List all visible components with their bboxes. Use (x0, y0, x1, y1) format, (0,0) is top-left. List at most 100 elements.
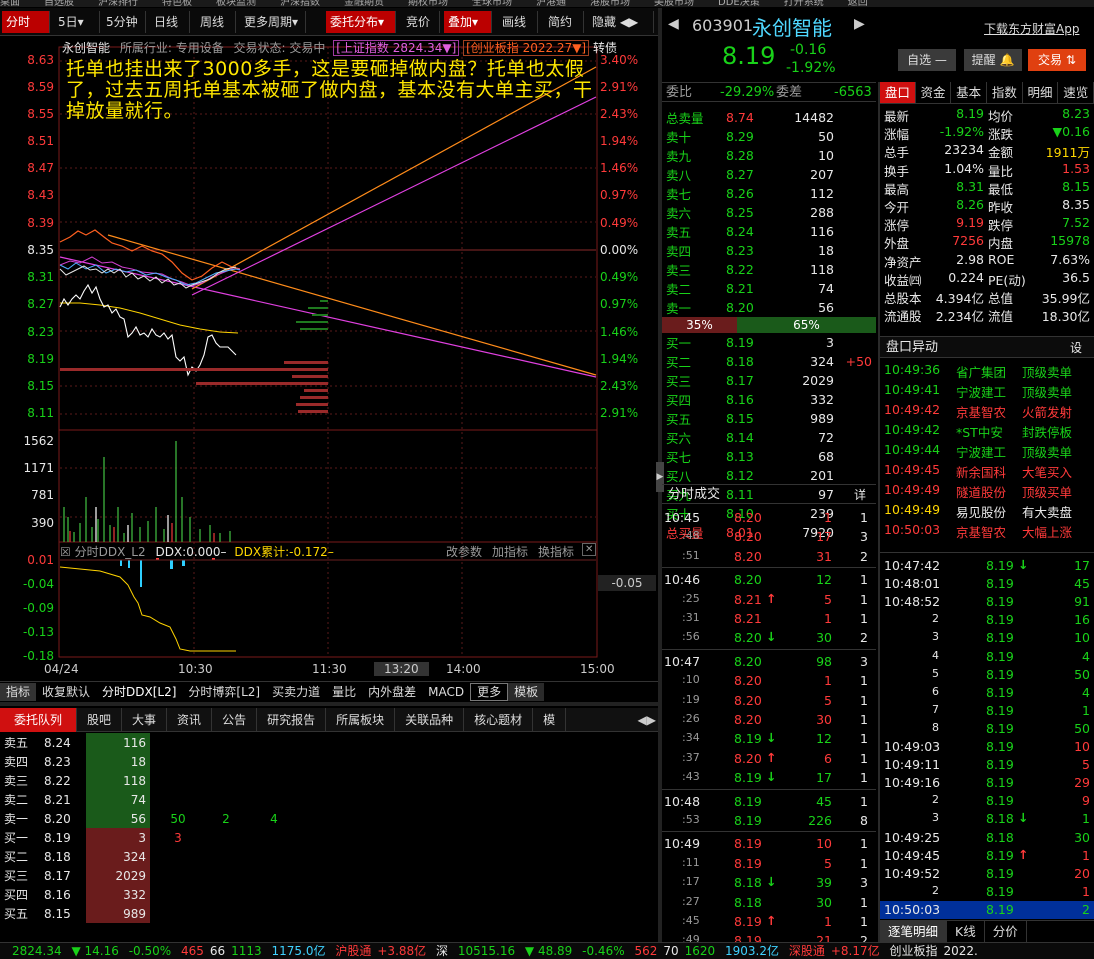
book-row[interactable]: 总卖量 8.74 14482 (662, 108, 876, 127)
queue-row[interactable]: 买五 8.15 989 (0, 904, 658, 923)
bottom-tab[interactable]: 资讯 (167, 708, 213, 732)
top-menu-item[interactable]: 美股市场 (654, 0, 694, 7)
stats-tab[interactable]: 速览 (1058, 82, 1094, 103)
bottom-tab[interactable]: 公告 (212, 708, 258, 732)
tab-more-periods[interactable]: 更多周期▾ (240, 11, 306, 33)
next-stock-icon[interactable]: ▶ (854, 16, 865, 32)
stats-tab[interactable]: 指数 (987, 82, 1023, 103)
ddx-close-small-icon[interactable]: ☒ (60, 545, 71, 559)
sgt-label[interactable]: 深股通 (789, 944, 825, 958)
indicator-tab[interactable]: 量比 (326, 683, 362, 701)
top-menu-item[interactable]: 港股市场 (590, 0, 630, 7)
tabs-scroll-icon[interactable]: ◀▶ (634, 708, 660, 731)
anomaly-row[interactable]: 10:49:45 新余国科 大笔买入 (880, 460, 1094, 480)
bottom-tab[interactable]: 研究报告 (257, 708, 327, 732)
anomaly-row[interactable]: 10:49:42 *ST中安 封跌停板 (880, 420, 1094, 440)
anomaly-row[interactable]: 10:49:49 易见股份 有大卖盘 (880, 500, 1094, 520)
stats-tab[interactable]: 资金 (916, 82, 952, 103)
header-cyb-index[interactable]: [创业板指 2022.27▼] (463, 40, 590, 56)
anomaly-settings-button[interactable]: 设 (1070, 337, 1082, 359)
stats-tab[interactable]: 明细 (1023, 82, 1059, 103)
tab-daily[interactable]: 日线 (150, 11, 190, 33)
sh-index[interactable]: 2824.34 (12, 944, 62, 958)
bottom-tab[interactable]: 委托队列 (0, 708, 78, 732)
trade-button[interactable]: 交易 ⇅ (1028, 49, 1086, 71)
book-row[interactable]: 买七 8.13 68 (662, 447, 876, 466)
top-menu-item[interactable]: 桌面 (0, 0, 20, 7)
queue-row[interactable]: 卖三 8.22 118 (0, 771, 658, 790)
queue-row[interactable]: 卖五 8.24 116 (0, 733, 658, 752)
book-row[interactable]: 卖九 8.28 10 (662, 146, 876, 165)
anomaly-row[interactable]: 10:49:42 京基智农 火箭发射 (880, 400, 1094, 420)
top-menu-item[interactable]: DDE决策 (718, 0, 760, 7)
indicator-tab[interactable]: 内外盘差 (362, 683, 422, 701)
top-menu-item[interactable]: 沪港通 (536, 0, 566, 7)
bottom-tab[interactable]: 所属板块 (326, 708, 396, 732)
tab-draw-line[interactable]: 画线 (498, 11, 538, 33)
ddx-swap-indicator[interactable]: 换指标 (538, 543, 574, 560)
book-row[interactable]: 卖七 8.26 112 (662, 184, 876, 203)
alert-button[interactable]: 提醒 🔔 (964, 49, 1022, 71)
indicator-tab[interactable]: 收复默认 (36, 683, 96, 701)
anomaly-row[interactable]: 10:49:41 宁波建工 顶级卖单 (880, 380, 1094, 400)
ddx-change-params[interactable]: 改参数 (446, 543, 482, 560)
ddx-close-icon[interactable]: ✕ (582, 543, 597, 556)
top-menu-item[interactable]: 沪深指数 (280, 0, 320, 7)
book-row[interactable]: 卖四 8.23 18 (662, 241, 876, 260)
top-menu-item[interactable]: 板块监测 (216, 0, 256, 7)
anomaly-row[interactable]: 10:49:36 省广集团 顶级卖单 (880, 360, 1094, 380)
tab-5day[interactable]: 5日▾ (54, 11, 100, 33)
indicator-tab[interactable]: 模板 (508, 682, 545, 701)
top-menu-item[interactable]: 特色板 (162, 0, 192, 7)
book-row[interactable]: 买五 8.15 989 (662, 409, 876, 428)
top-menu-item[interactable]: 返回 (848, 0, 868, 7)
tab-overlay[interactable]: 叠加▾ (444, 11, 492, 33)
indicator-tab[interactable]: 分时DDX[L2] (96, 683, 182, 701)
queue-row[interactable]: 买四 8.16 332 (0, 885, 658, 904)
header-sh-index[interactable]: [上证指数 2824.34▼] (333, 40, 460, 56)
book-row[interactable]: 买一 8.19 3 (662, 333, 876, 352)
book-row[interactable]: 卖五 8.24 116 (662, 222, 876, 241)
anomaly-row[interactable]: 10:50:03 京基智农 大幅上涨 (880, 520, 1094, 540)
queue-row[interactable]: 卖一 8.20 56 50 2 4 (0, 809, 658, 828)
panel-splitter[interactable] (0, 702, 660, 706)
download-app-link[interactable]: 下载东方财富App (984, 20, 1079, 37)
queue-row[interactable]: 卖四 8.23 18 (0, 752, 658, 771)
cyb-label[interactable]: 创业板指 (889, 944, 937, 958)
bottom-tab[interactable]: 核心题材 (464, 708, 534, 732)
book-row[interactable]: 卖二 8.21 74 (662, 279, 876, 298)
top-menu-item[interactable]: 金融期货 (344, 0, 384, 7)
bottom-tab[interactable]: 模 (533, 708, 567, 732)
add-watchlist-button[interactable]: 自选 — (898, 49, 956, 71)
book-row[interactable]: 买四 8.16 332 (662, 390, 876, 409)
top-menu-item[interactable]: 期权市场 (408, 0, 448, 7)
prev-stock-icon[interactable]: ◀ (668, 16, 679, 32)
book-row[interactable]: 买二 8.18 324 +50 (662, 352, 876, 371)
intraday-chart[interactable]: 永创智能 所属行业: 专用设备 交易状态: 交易中 [上证指数 2824.34▼… (0, 37, 660, 677)
indicator-tab[interactable]: 指标 (0, 682, 37, 701)
tab-5min[interactable]: 5分钟 (102, 11, 146, 33)
tick-tab[interactable]: 分价 (985, 921, 1027, 942)
stats-tab[interactable]: 基本 (951, 82, 988, 103)
trades-detail-button[interactable]: 详 (854, 485, 866, 505)
bottom-tab[interactable]: 股吧 (77, 708, 123, 732)
tab-order-dist[interactable]: 委托分布▾ (326, 11, 396, 33)
anomaly-row[interactable]: 10:49:49 隧道股份 顶级买单 (880, 480, 1094, 500)
queue-row[interactable]: 卖二 8.21 74 (0, 790, 658, 809)
bottom-tab[interactable]: 大事 (122, 708, 168, 732)
tick-tab[interactable]: 逐笔明细 (880, 921, 948, 942)
book-row[interactable]: 卖三 8.22 118 (662, 260, 876, 279)
indicator-tab[interactable]: 分时博弈[L2] (182, 683, 266, 701)
book-row[interactable]: 卖一 8.20 56 (662, 298, 876, 317)
ddx-add-indicator[interactable]: 加指标 (492, 543, 528, 560)
stats-tab[interactable]: 盘口 (880, 82, 916, 103)
book-row[interactable]: 买六 8.14 72 (662, 428, 876, 447)
book-row[interactable]: 卖十 8.29 50 (662, 127, 876, 146)
tab-auction[interactable]: 竞价 (402, 11, 440, 33)
indicator-tab[interactable]: 买卖力道 (266, 683, 326, 701)
sz-label[interactable]: 深 (436, 944, 448, 958)
tab-intraday[interactable]: 分时 (2, 11, 50, 33)
queue-row[interactable]: 买三 8.17 2029 (0, 866, 658, 885)
tab-weekly[interactable]: 周线 (196, 11, 236, 33)
top-menu-item[interactable]: 自选股 (44, 0, 74, 7)
